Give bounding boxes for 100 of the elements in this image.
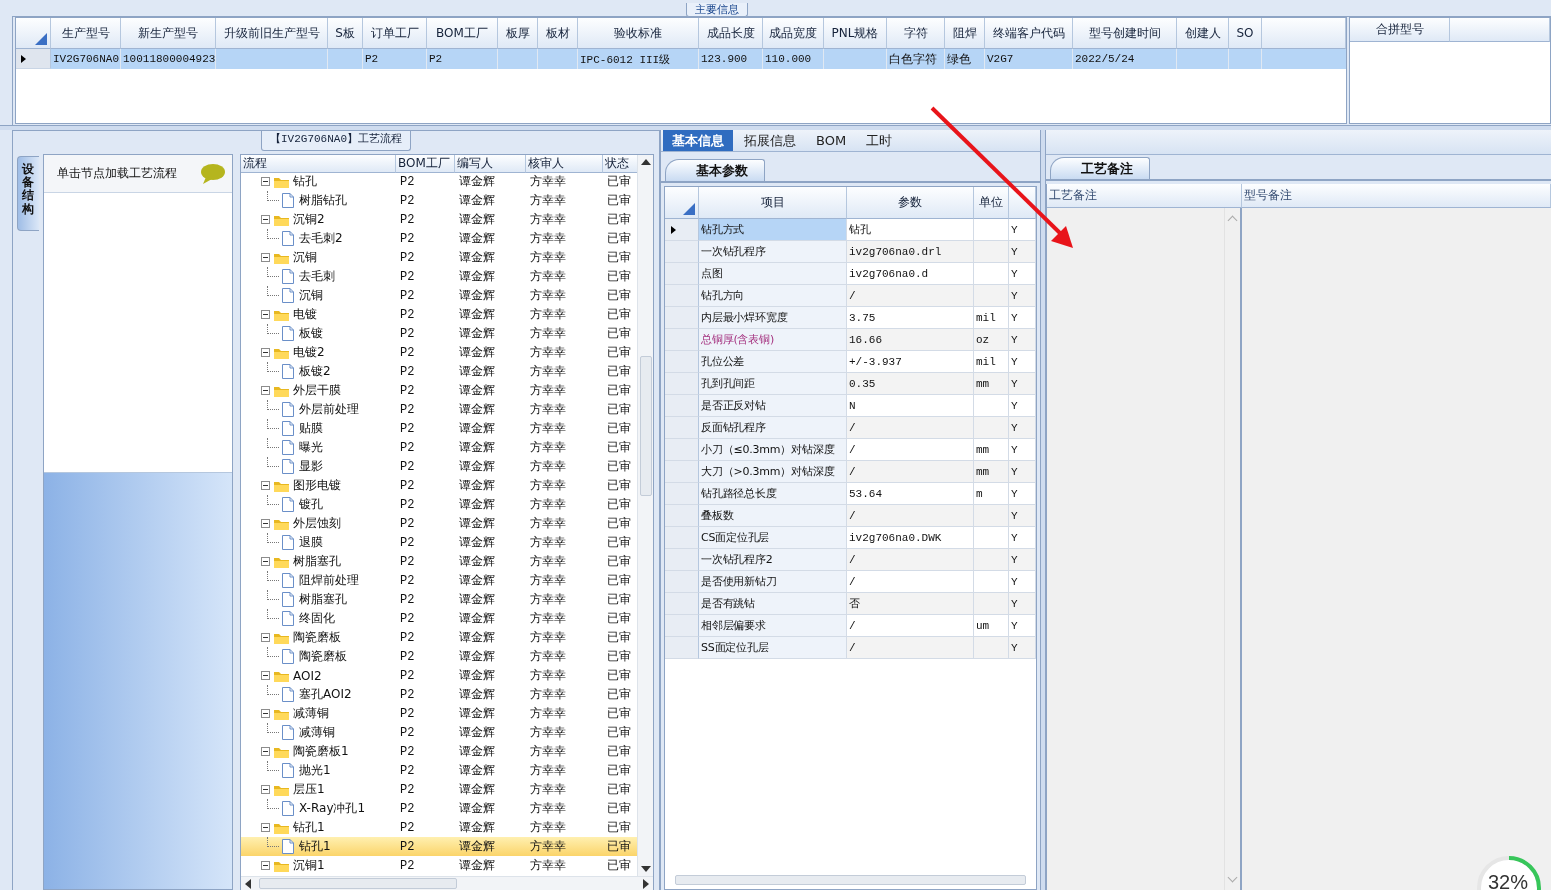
column-header[interactable]: 终端客户代码 <box>985 18 1073 49</box>
scroll-right-icon[interactable] <box>643 878 649 889</box>
collapse-icon[interactable] <box>261 215 270 224</box>
table-row[interactable]: 小刀（≤0.3mm）对钻深度 / mm Y <box>665 439 1036 461</box>
column-header[interactable]: 成品长度 <box>699 18 763 49</box>
table-row[interactable]: 钻孔方向 / Y <box>665 285 1036 307</box>
tree-row[interactable]: 沉铜1 P2 谭金辉 方幸幸 已审 <box>241 856 637 875</box>
tree-row[interactable]: 树脂钻孔 P2 谭金辉 方幸幸 已审 <box>241 191 637 210</box>
table-row[interactable]: 是否正反对钻 N Y <box>665 395 1036 417</box>
tree-row[interactable]: 陶瓷磨板 P2 谭金辉 方幸幸 已审 <box>241 628 637 647</box>
tab[interactable]: 基本信息 <box>663 130 733 151</box>
column-header[interactable]: 创建人 <box>1177 18 1229 49</box>
tree-row[interactable]: AOI2 P2 谭金辉 方幸幸 已审 <box>241 666 637 685</box>
column-header[interactable]: 单位 <box>974 187 1009 219</box>
tree-row[interactable]: 减薄铜 P2 谭金辉 方幸幸 已审 <box>241 704 637 723</box>
table-row[interactable]: 钻孔路径总长度 53.64 m Y <box>665 483 1036 505</box>
tab[interactable]: 工艺备注 <box>1050 157 1150 179</box>
table-row[interactable]: 大刀（>0.3mm）对钻深度 / mm Y <box>665 461 1036 483</box>
column-header[interactable]: 型号创建时间 <box>1073 18 1177 49</box>
column-header[interactable]: 参数 <box>847 187 974 219</box>
table-row[interactable]: 内层最小焊环宽度 3.75 mil Y <box>665 307 1036 329</box>
table-row[interactable]: SS面定位孔层 / Y <box>665 637 1036 659</box>
collapse-icon[interactable] <box>261 310 270 319</box>
collapse-icon[interactable] <box>261 671 270 680</box>
tree-row[interactable]: 曝光 P2 谭金辉 方幸幸 已审 <box>241 438 637 457</box>
column-header[interactable]: 项目 <box>699 187 847 219</box>
table-row[interactable]: 一次钻孔程序 iv2g706na0.drl Y <box>665 241 1036 263</box>
tree-row[interactable]: 钻孔1 P2 谭金辉 方幸幸 已审 <box>241 818 637 837</box>
tree-row[interactable]: 板镀 P2 谭金辉 方幸幸 已审 <box>241 324 637 343</box>
collapse-icon[interactable] <box>261 823 270 832</box>
tree-row[interactable]: 钻孔1 P2 谭金辉 方幸幸 已审 <box>241 837 637 856</box>
tree-row[interactable]: 电镀2 P2 谭金辉 方幸幸 已审 <box>241 343 637 362</box>
tree-row[interactable]: 沉铜 P2 谭金辉 方幸幸 已审 <box>241 248 637 267</box>
column-header[interactable]: 订单工厂 <box>363 18 427 49</box>
column-header[interactable]: PNL规格 <box>824 18 887 49</box>
collapse-icon[interactable] <box>261 481 270 490</box>
column-header[interactable]: 生产型号 <box>51 18 121 49</box>
tree-row[interactable]: 外层蚀刻 P2 谭金辉 方幸幸 已审 <box>241 514 637 533</box>
column-header[interactable]: 字符 <box>887 18 945 49</box>
column-header[interactable]: 验收标准 <box>578 18 699 49</box>
column-header[interactable]: 新生产型号 <box>121 18 216 49</box>
tree-row[interactable]: 抛光1 P2 谭金辉 方幸幸 已审 <box>241 761 637 780</box>
tree-row[interactable]: 镀孔 P2 谭金辉 方幸幸 已审 <box>241 495 637 514</box>
tree-row[interactable]: 陶瓷磨板 P2 谭金辉 方幸幸 已审 <box>241 647 637 666</box>
tree-row[interactable]: 钻孔 P2 谭金辉 方幸幸 已审 <box>241 172 637 191</box>
column-header[interactable]: 编写人 <box>455 155 526 173</box>
table-row[interactable]: 孔位公差 +/-3.937 mil Y <box>665 351 1036 373</box>
column-header[interactable]: SO <box>1229 18 1262 49</box>
collapse-icon[interactable] <box>261 785 270 794</box>
tree-row[interactable]: 终固化 P2 谭金辉 方幸幸 已审 <box>241 609 637 628</box>
scrollbar[interactable] <box>637 155 653 876</box>
column-header[interactable]: 核审人 <box>526 155 603 173</box>
table-row[interactable]: 相邻层偏要求 / um Y <box>665 615 1036 637</box>
column-header[interactable]: 板厚 <box>498 18 538 49</box>
tree-row[interactable]: 树脂塞孔 P2 谭金辉 方幸幸 已审 <box>241 590 637 609</box>
tab[interactable]: BOM <box>807 130 856 151</box>
tree-row[interactable]: 塞孔AOI2 P2 谭金辉 方幸幸 已审 <box>241 685 637 704</box>
collapse-icon[interactable] <box>261 253 270 262</box>
tree-row[interactable]: 去毛刺2 P2 谭金辉 方幸幸 已审 <box>241 229 637 248</box>
table-row[interactable]: CS面定位孔层 iv2g706na0.DWK Y <box>665 527 1036 549</box>
column-header[interactable]: 板材 <box>538 18 578 49</box>
tab[interactable]: 工时 <box>857 130 902 151</box>
collapse-icon[interactable] <box>261 861 270 870</box>
tree-row[interactable]: 去毛刺 P2 谭金辉 方幸幸 已审 <box>241 267 637 286</box>
tree-row[interactable]: 树脂塞孔 P2 谭金辉 方幸幸 已审 <box>241 552 637 571</box>
side-tab[interactable]: 设备结构 <box>17 156 39 231</box>
tree-row[interactable]: 退膜 P2 谭金辉 方幸幸 已审 <box>241 533 637 552</box>
collapse-icon[interactable] <box>261 747 270 756</box>
collapse-icon[interactable] <box>261 519 270 528</box>
tree-row[interactable]: 层压1 P2 谭金辉 方幸幸 已审 <box>241 780 637 799</box>
column-header[interactable]: 型号备注 <box>1242 184 1551 208</box>
column-header[interactable]: 流程 <box>241 155 396 173</box>
tree-row[interactable]: 贴膜 P2 谭金辉 方幸幸 已审 <box>241 419 637 438</box>
tree-row[interactable]: 阻焊前处理 P2 谭金辉 方幸幸 已审 <box>241 571 637 590</box>
scrollbar-thumb[interactable] <box>259 878 457 889</box>
tree-row[interactable]: 图形电镀 P2 谭金辉 方幸幸 已审 <box>241 476 637 495</box>
scrollbar[interactable] <box>675 875 1026 885</box>
scrollbar-thumb[interactable] <box>639 355 652 496</box>
scroll-up-icon[interactable] <box>640 159 651 165</box>
tree-row[interactable]: X-Ray冲孔1 P2 谭金辉 方幸幸 已审 <box>241 799 637 818</box>
tree-row[interactable]: 陶瓷磨板1 P2 谭金辉 方幸幸 已审 <box>241 742 637 761</box>
tree-row[interactable]: 沉铜2 P2 谭金辉 方幸幸 已审 <box>241 210 637 229</box>
column-header[interactable]: BOM工厂 <box>396 155 455 173</box>
table-row[interactable]: 是否使用新钻刀 / Y <box>665 571 1036 593</box>
tree-row[interactable]: 外层前处理 P2 谭金辉 方幸幸 已审 <box>241 400 637 419</box>
column-header[interactable]: 成品宽度 <box>763 18 824 49</box>
collapse-icon[interactable] <box>261 709 270 718</box>
collapse-icon[interactable] <box>261 386 270 395</box>
tree-row[interactable]: 减薄铜 P2 谭金辉 方幸幸 已审 <box>241 723 637 742</box>
table-row[interactable]: 叠板数 / Y <box>665 505 1036 527</box>
tree-row[interactable]: 电镀 P2 谭金辉 方幸幸 已审 <box>241 305 637 324</box>
table-row[interactable]: 点图 iv2g706na0.d Y <box>665 263 1036 285</box>
collapse-icon[interactable] <box>261 633 270 642</box>
table-row[interactable]: 反面钻孔程序 / Y <box>665 417 1036 439</box>
table-row[interactable]: 一次钻孔程序2 / Y <box>665 549 1036 571</box>
scrollbar[interactable] <box>241 876 653 890</box>
column-header[interactable]: 工艺备注 <box>1047 184 1242 208</box>
table-row[interactable]: 孔到孔间距 0.35 mm Y <box>665 373 1036 395</box>
tree-row[interactable]: 板镀2 P2 谭金辉 方幸幸 已审 <box>241 362 637 381</box>
column-header[interactable]: 状态 <box>603 155 637 173</box>
